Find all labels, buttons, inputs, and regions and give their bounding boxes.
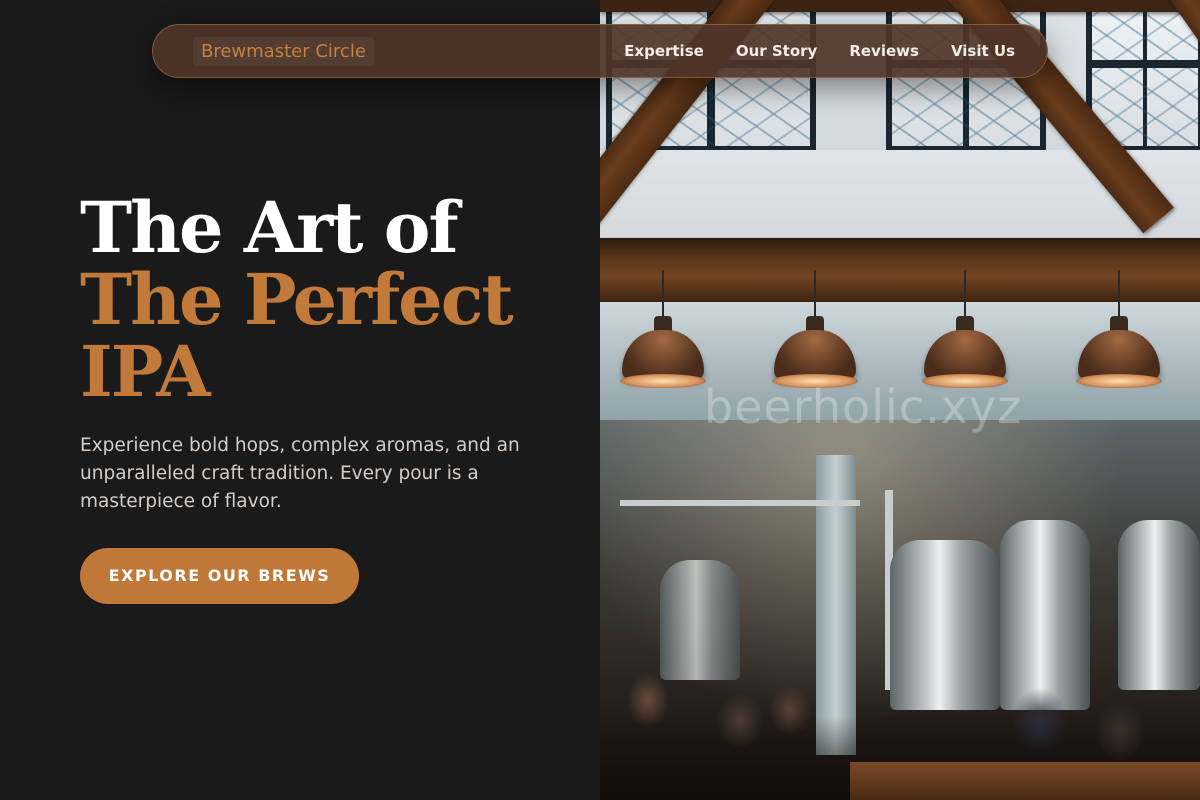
nav-link-visit-us[interactable]: Visit Us <box>951 42 1015 60</box>
hero-section: The Art of The Perfect IPA Experience bo… <box>80 192 560 604</box>
pipe <box>620 500 860 506</box>
bar-table <box>850 762 1200 800</box>
watermark: beerholic.xyz <box>704 380 1023 434</box>
nav-link-expertise[interactable]: Expertise <box>624 42 704 60</box>
nav-menu: Expertise Our Story Reviews Visit Us <box>624 42 1015 60</box>
roof-beam <box>600 0 1200 12</box>
hero-description: Experience bold hops, complex aromas, an… <box>80 435 520 512</box>
explore-brews-button[interactable]: EXPLORE OUR BREWS <box>80 548 359 604</box>
headline-line-3: IPA <box>80 330 211 413</box>
brand-logo[interactable]: Brewmaster Circle <box>193 36 374 66</box>
nav-link-our-story[interactable]: Our Story <box>736 42 818 60</box>
headline-line-2: The Perfect <box>80 258 514 341</box>
nav-link-reviews[interactable]: Reviews <box>849 42 919 60</box>
headline-line-1: The Art of <box>80 186 459 269</box>
hero-headline: The Art of The Perfect IPA <box>80 192 560 408</box>
brewery-photo: beerholic.xyz <box>600 0 1200 800</box>
top-nav: Brewmaster Circle Expertise Our Story Re… <box>152 24 1048 78</box>
pendant-lamp <box>618 270 708 400</box>
pendant-lamp <box>1074 270 1164 400</box>
page: beerholic.xyz Brewmaster Circle Expertis… <box>0 0 1200 800</box>
